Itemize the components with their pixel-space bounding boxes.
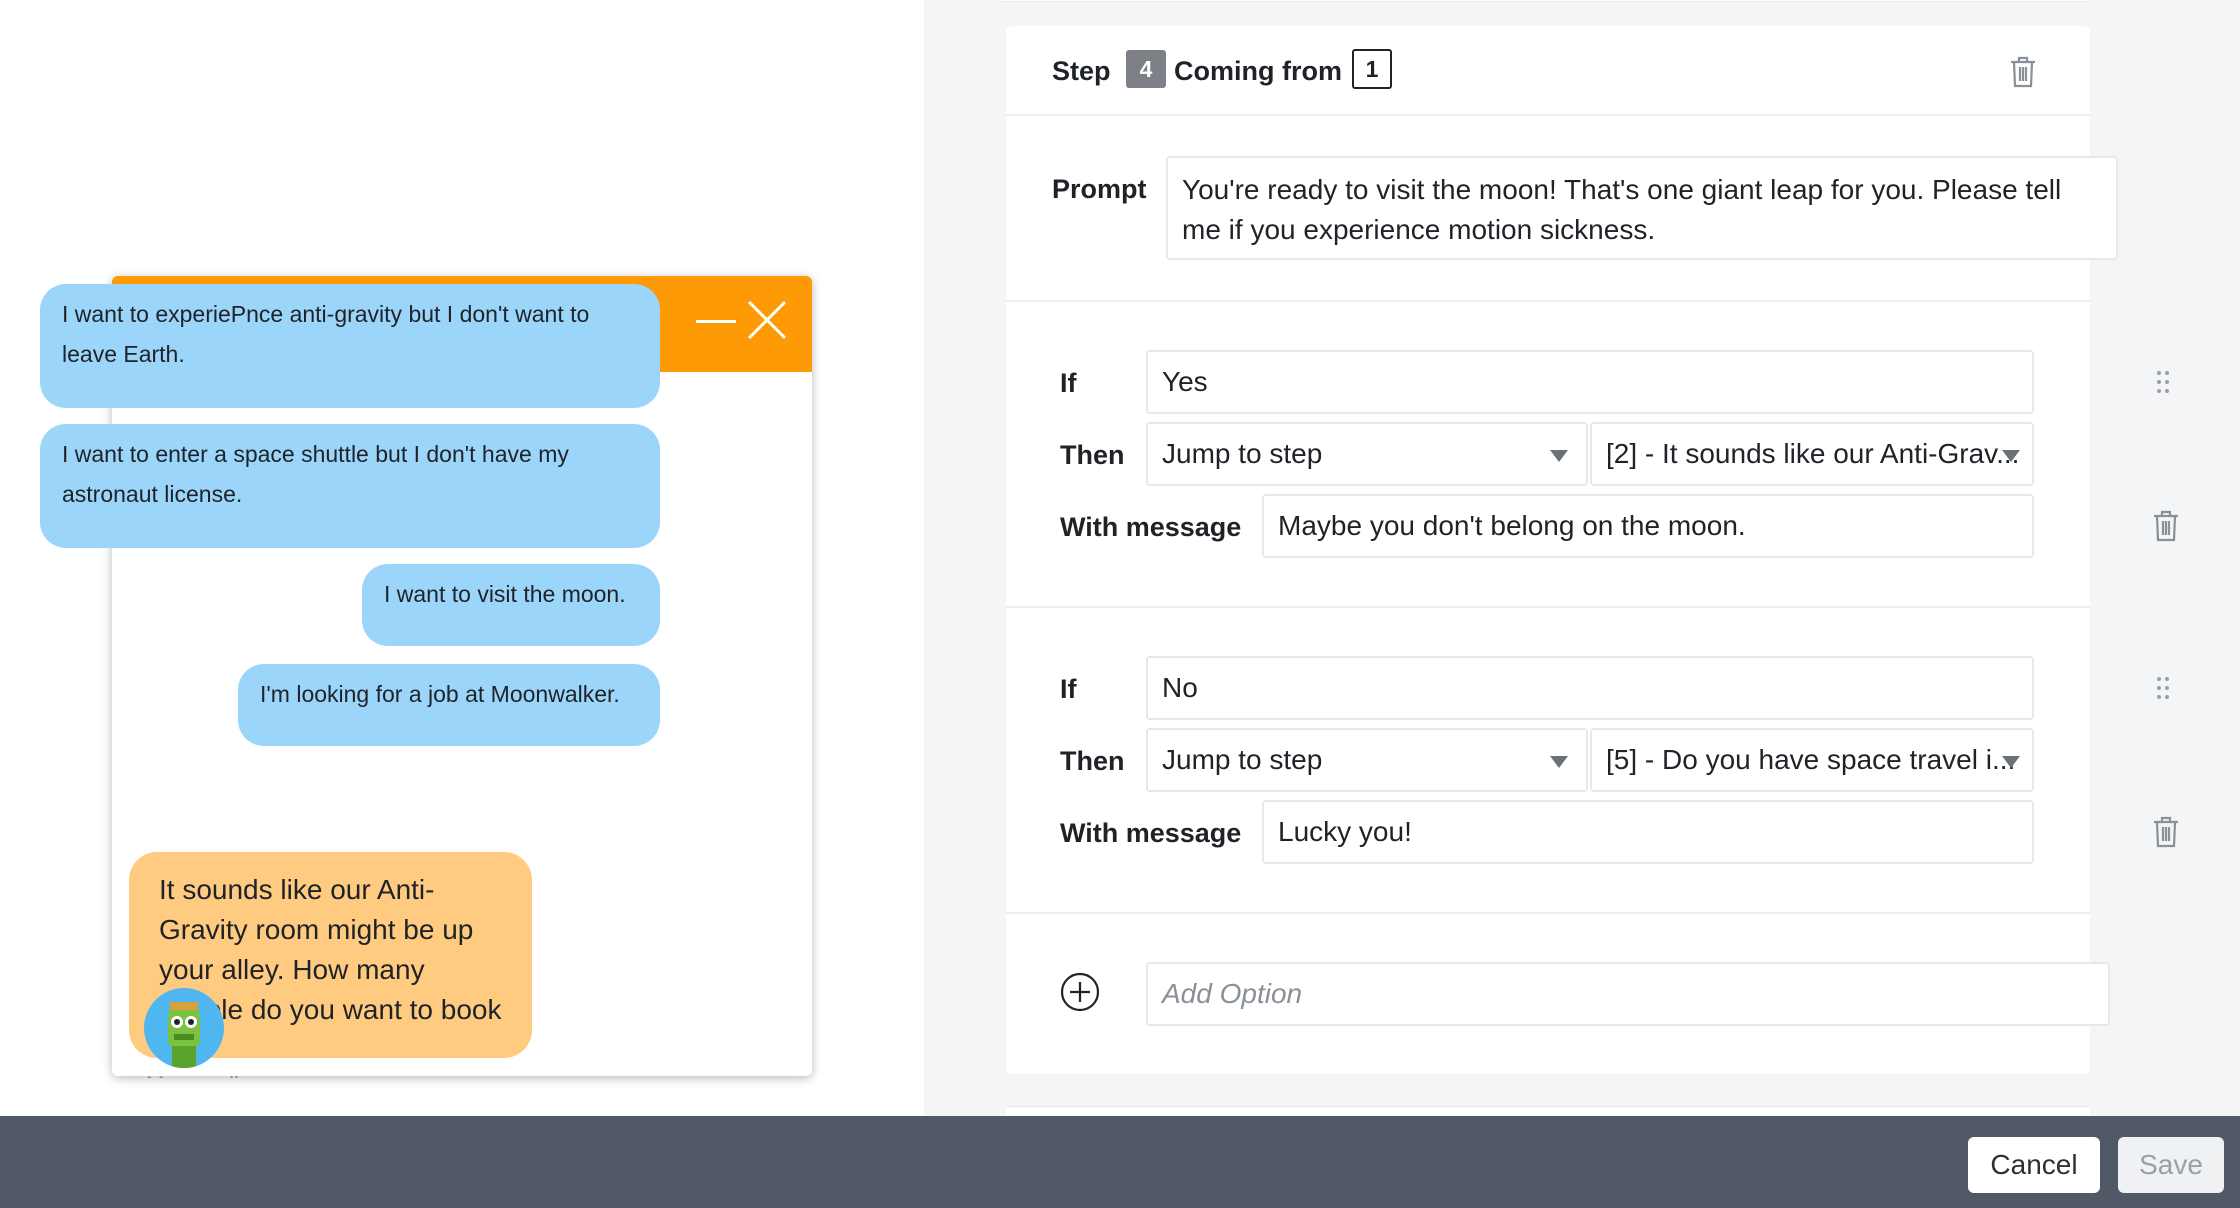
next-step-card [1006,1106,2090,1116]
dropdown-caret-icon [1550,756,1568,768]
user-message-bubble: I want to enter a space shuttle but I do… [40,424,660,548]
bot-message-bubble: It sounds like our Anti-Gravity room mig… [129,852,532,1065]
user-message-bubble: I want to experiePnce anti-gravity but I… [40,284,660,408]
trash-icon[interactable] [2151,510,2181,547]
action-select[interactable]: Jump to step [1146,422,1588,486]
target-step-value: [2] - It sounds like our Anti-Grav... [1606,438,2020,469]
add-option-input[interactable]: Add Option [1146,962,2110,1026]
with-message-label: With message [1060,512,1242,542]
action-select[interactable]: Jump to step [1146,728,1588,792]
step-editor-pane: Step 4 Coming from 1 Prompt You're ready… [924,0,2240,1116]
message-input[interactable]: Maybe you don't belong on the moon. [1262,494,2034,558]
user-message-bubble: I'm looking for a job at Moonwalker. [238,664,660,746]
with-message-label: With message [1060,818,1242,848]
target-step-select[interactable]: [5] - Do you have space travel i... [1590,728,2034,792]
drag-handle-icon[interactable] [2156,676,2170,705]
save-button[interactable]: Save [2118,1137,2224,1193]
dropdown-caret-icon [2002,450,2020,462]
dropdown-caret-icon [1550,450,1568,462]
divider [1006,114,2090,116]
step-number-badge: 4 [1126,50,1166,88]
step-label: Step [1052,56,1111,86]
dropdown-caret-icon [2002,756,2020,768]
then-label: Then [1060,746,1125,776]
step-card: Step 4 Coming from 1 Prompt You're ready… [1006,26,2178,1074]
divider [1006,606,2090,608]
divider [1006,300,2090,302]
prompt-textarea[interactable]: You're ready to visit the moon! That's o… [1166,156,2118,260]
drag-handle-icon[interactable] [2156,370,2170,399]
coming-from-badge[interactable]: 1 [1352,49,1392,89]
target-step-value: [5] - Do you have space travel i... [1606,744,2016,775]
if-label: If [1060,674,1077,704]
add-circle-icon[interactable] [1060,972,1100,1017]
if-condition-input[interactable]: No [1146,656,2034,720]
user-message-bubble: I want to visit the moon. [362,564,660,646]
trash-icon[interactable] [2008,56,2038,93]
if-label: If [1060,368,1077,398]
action-select-value: Jump to step [1162,438,1323,469]
coming-from-label: Coming from [1174,56,1342,86]
trash-icon[interactable] [2151,816,2181,853]
previous-step-card [1004,0,2090,2]
footer-bar: Cancel Save [0,1116,2240,1208]
if-condition-input[interactable]: Yes [1146,350,2034,414]
cancel-button[interactable]: Cancel [1968,1137,2100,1193]
action-select-value: Jump to step [1162,744,1323,775]
minimize-icon[interactable] [696,320,736,323]
target-step-select[interactable]: [2] - It sounds like our Anti-Grav... [1590,422,2034,486]
message-input[interactable]: Lucky you! [1262,800,2034,864]
close-icon[interactable] [747,300,787,340]
prompt-label: Prompt [1052,174,1147,204]
then-label: Then [1060,440,1125,470]
divider [1006,912,2090,914]
